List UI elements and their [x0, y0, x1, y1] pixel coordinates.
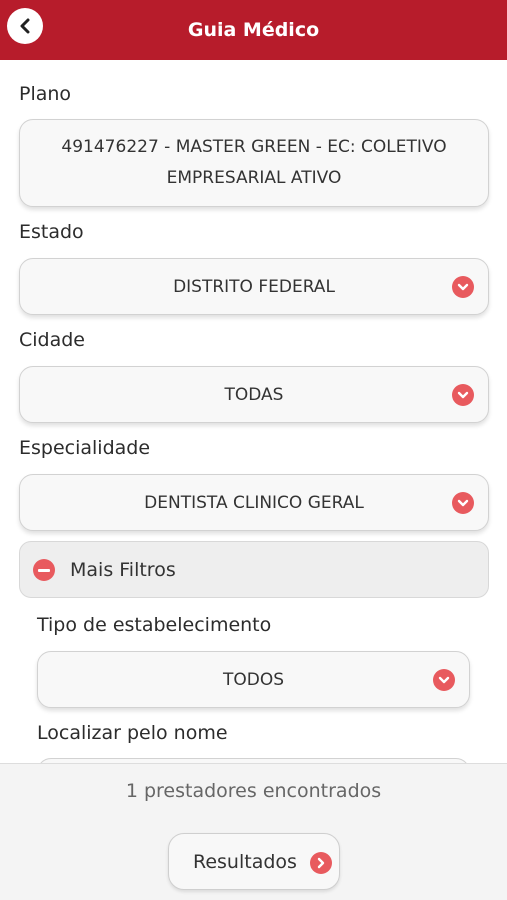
localizar-nome-label: Localizar pelo nome [37, 722, 228, 744]
cidade-value: TODAS [224, 384, 284, 405]
estado-value: DISTRITO FEDERAL [173, 276, 335, 297]
more-filters-label: Mais Filtros [70, 559, 176, 581]
plano-select[interactable]: 491476227 - MASTER GREEN - EC: COLETIVO … [19, 119, 489, 207]
chevron-down-icon [452, 275, 474, 298]
chevron-down-icon [433, 668, 455, 691]
results-count: 1 prestadores encontrados [125, 780, 382, 802]
chevron-down-icon [452, 491, 474, 514]
especialidade-value: DENTISTA CLINICO GERAL [144, 492, 364, 513]
results-button[interactable]: Resultados [168, 833, 340, 890]
more-filters-toggle[interactable]: Mais Filtros [19, 541, 489, 598]
results-button-label: Resultados [193, 851, 297, 873]
cidade-select[interactable]: TODAS [19, 366, 489, 423]
tipo-estabelecimento-value: TODOS [222, 669, 285, 690]
estado-select[interactable]: DISTRITO FEDERAL [19, 258, 489, 315]
chevron-down-icon [452, 383, 474, 406]
chevron-right-icon [310, 852, 332, 874]
plano-value: 491476227 - MASTER GREEN - EC: COLETIVO … [61, 137, 447, 188]
tipo-estabelecimento-label: Tipo de estabelecimento [37, 614, 272, 636]
especialidade-label: Especialidade [19, 437, 151, 459]
app-header: Guia Médico [0, 0, 507, 60]
tipo-estabelecimento-select[interactable]: TODOS [37, 651, 470, 708]
plano-label: Plano [19, 83, 72, 105]
results-footer: 1 prestadores encontrados Resultados [0, 763, 507, 900]
minus-icon [33, 559, 55, 581]
estado-label: Estado [19, 221, 84, 243]
page-title: Guia Médico [187, 19, 320, 41]
especialidade-select[interactable]: DENTISTA CLINICO GERAL [19, 474, 489, 531]
cidade-label: Cidade [19, 329, 85, 351]
